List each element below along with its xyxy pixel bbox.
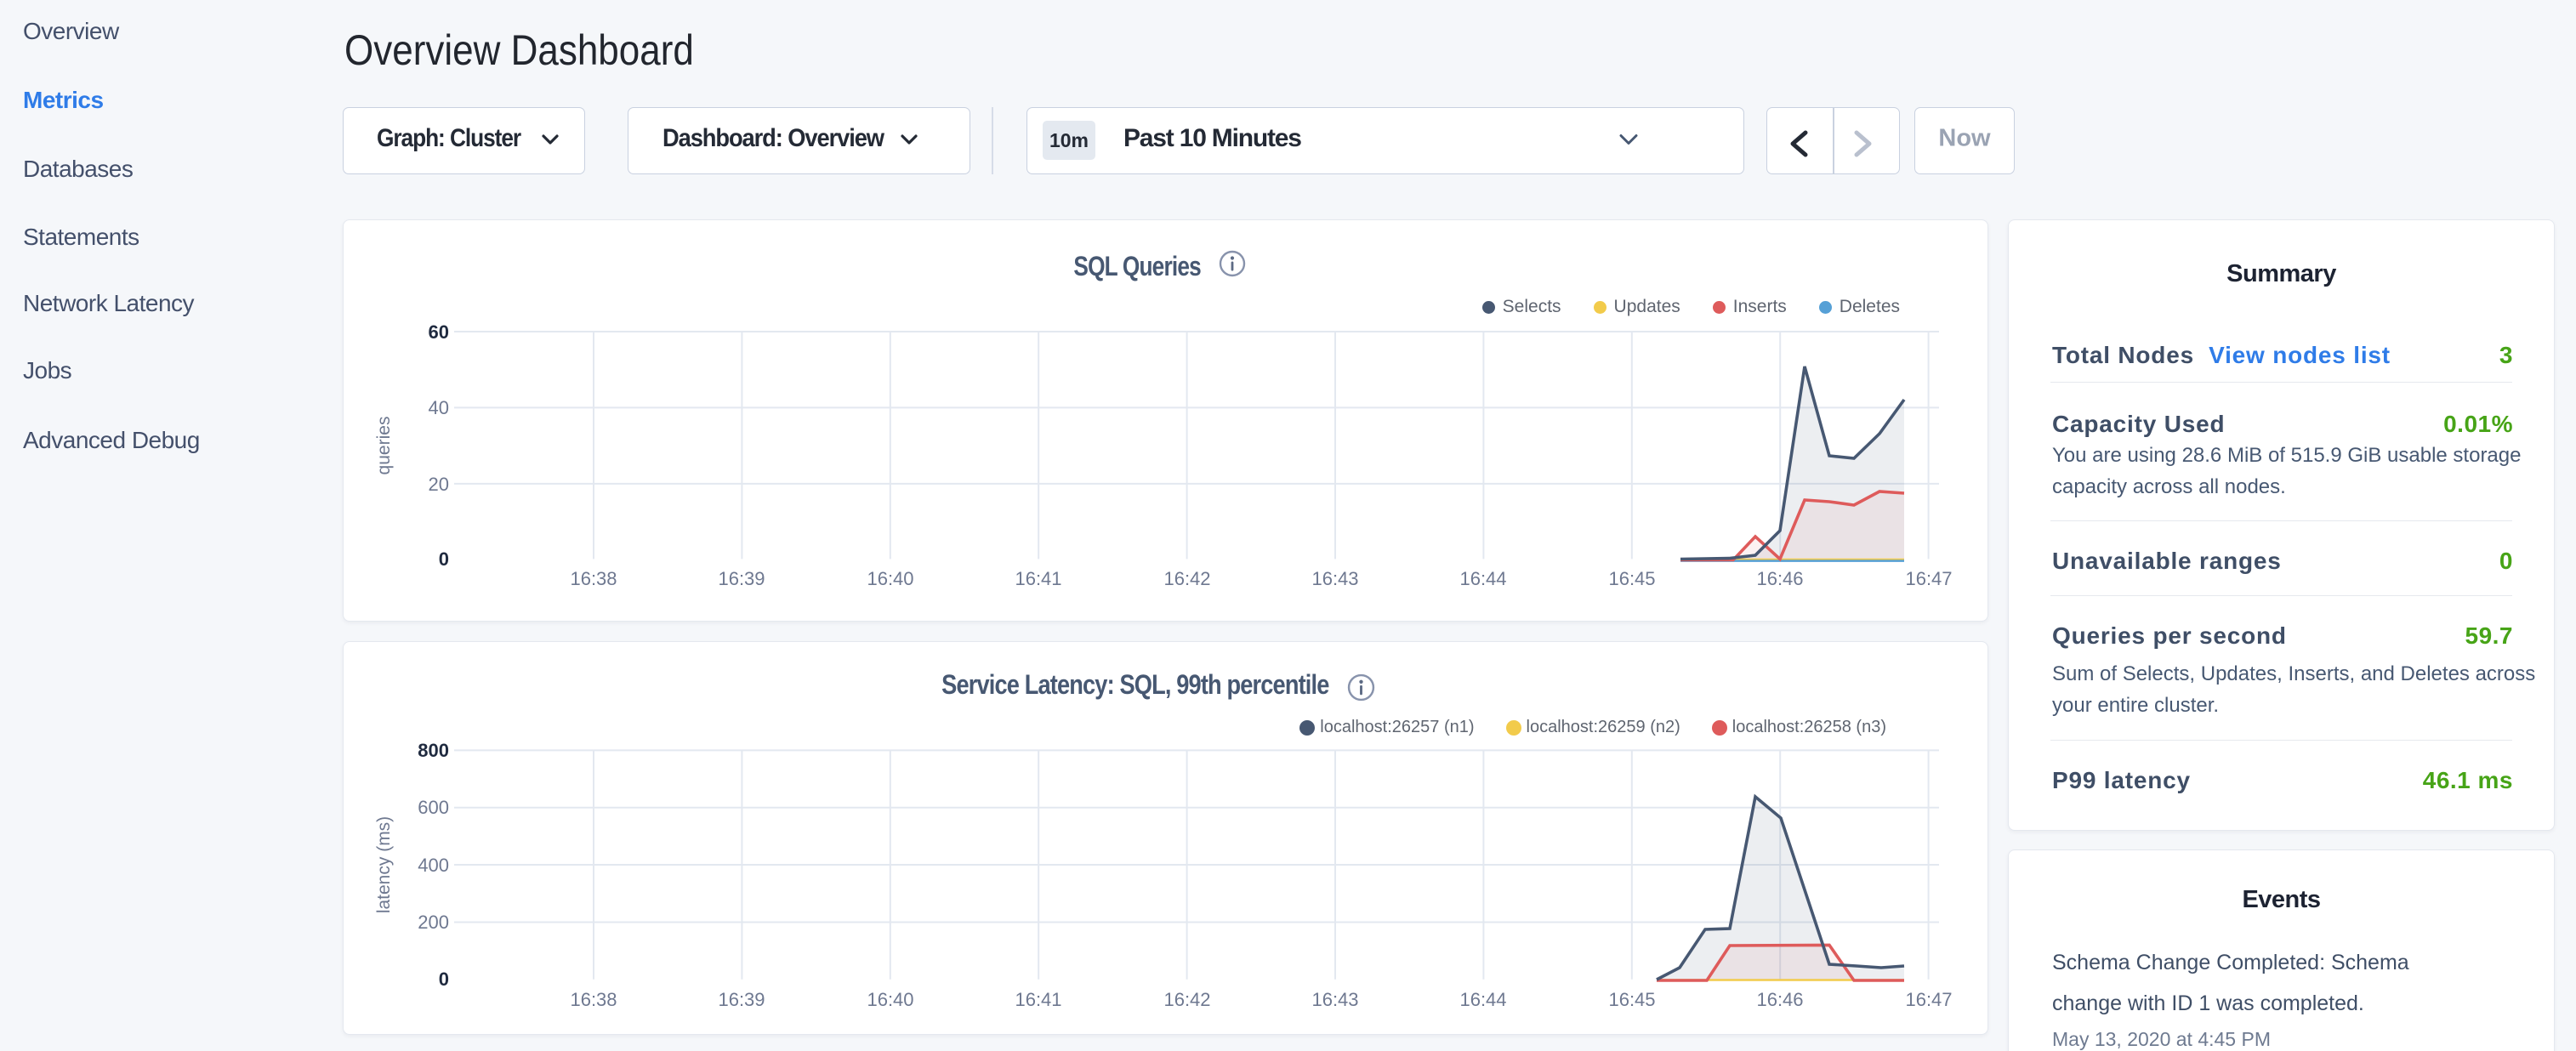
svg-text:0: 0 — [439, 969, 449, 990]
svg-text:16:45: 16:45 — [1608, 989, 1655, 1010]
svg-text:200: 200 — [418, 912, 449, 933]
svg-text:16:43: 16:43 — [1311, 989, 1358, 1010]
svg-text:16:44: 16:44 — [1459, 568, 1506, 589]
svg-text:16:46: 16:46 — [1756, 568, 1803, 589]
svg-text:16:43: 16:43 — [1311, 568, 1358, 589]
svg-text:16:47: 16:47 — [1905, 989, 1952, 1010]
svg-text:queries: queries — [374, 417, 394, 475]
svg-text:16:45: 16:45 — [1608, 568, 1655, 589]
svg-text:40: 40 — [429, 397, 449, 418]
svg-text:16:46: 16:46 — [1756, 989, 1803, 1010]
svg-text:16:39: 16:39 — [718, 989, 765, 1010]
svg-text:16:42: 16:42 — [1163, 989, 1210, 1010]
svg-text:16:39: 16:39 — [718, 568, 765, 589]
svg-text:60: 60 — [429, 321, 449, 343]
svg-text:20: 20 — [429, 474, 449, 495]
svg-text:16:47: 16:47 — [1905, 568, 1952, 589]
svg-text:800: 800 — [418, 740, 449, 761]
svg-text:16:38: 16:38 — [570, 568, 617, 589]
svg-text:16:38: 16:38 — [570, 989, 617, 1010]
svg-text:16:44: 16:44 — [1459, 989, 1506, 1010]
svg-text:16:41: 16:41 — [1015, 568, 1061, 589]
svg-text:latency (ms): latency (ms) — [374, 816, 394, 913]
svg-text:400: 400 — [418, 855, 449, 876]
svg-text:600: 600 — [418, 797, 449, 818]
svg-text:16:40: 16:40 — [867, 568, 913, 589]
svg-text:16:41: 16:41 — [1015, 989, 1061, 1010]
svg-text:16:42: 16:42 — [1163, 568, 1210, 589]
svg-text:16:40: 16:40 — [867, 989, 913, 1010]
svg-text:0: 0 — [439, 548, 449, 570]
